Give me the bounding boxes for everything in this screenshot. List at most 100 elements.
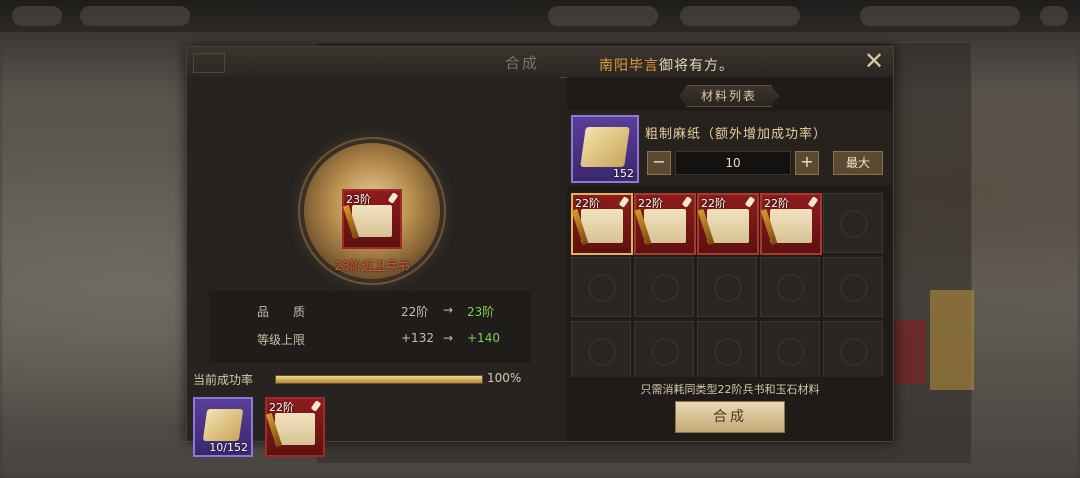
resource-blob [80,6,190,26]
grid-cell[interactable] [697,257,757,317]
paper-item-count: 152 [613,167,634,180]
grid-cell[interactable] [697,321,757,377]
stat-to: 23阶 [467,305,495,319]
paper-slot[interactable]: 10/152 [193,397,253,457]
material-grid: 22阶 22阶 22阶 22阶 [571,193,887,377]
stats-panel: 品 质 22阶 → 23阶 等级上限 +132 → +140 [209,291,531,363]
grid-cell[interactable] [571,321,631,377]
stat-label: 品 质 [257,305,306,319]
max-button[interactable]: 最大 [833,151,883,175]
book-slot[interactable]: 22阶 [265,397,325,457]
scroll-icon [770,209,812,243]
preview-panel: 23阶 23阶近卫兵书 品 质 22阶 → 23阶 等级上限 +132 → +1… [187,77,559,457]
material-note: 只需消耗同类型22阶兵书和玉石材料 [640,383,820,396]
quill-icon [387,192,399,204]
quill-icon [681,196,693,208]
grid-cell[interactable] [634,257,694,317]
background-side-card [894,320,926,384]
empty-slot-emblem-icon [840,338,868,366]
target-item-card[interactable]: 23阶 [342,189,402,249]
resource-blob [12,6,62,26]
quill-icon [310,400,322,412]
scroll-icon [352,205,392,237]
scroll-icon [581,209,623,243]
minus-button[interactable]: − [647,151,671,175]
success-rate-label: 当前成功率 [193,373,254,387]
resource-blob [860,6,1020,26]
compose-button[interactable]: 合成 [675,401,785,433]
resource-blob [1040,6,1068,26]
plus-button[interactable]: + [795,151,819,175]
paper-scroll-icon [202,409,244,441]
grid-cell[interactable] [571,257,631,317]
grid-cell[interactable]: 22阶 [634,193,696,255]
background-side-panel [930,290,974,390]
header-ornament [193,53,225,73]
top-resource-bar [0,0,1080,32]
scroll-icon [644,209,686,243]
arrow-right-icon: → [443,331,454,345]
empty-slot-emblem-icon [714,274,742,302]
grid-cell[interactable] [823,193,883,253]
grid-cell-tier: 22阶 [575,197,600,210]
quill-icon [744,196,756,208]
compose-dialog: 合成 南阳毕言御将有方。 ✕ 23阶 23阶近卫兵书 品 质 22阶 → 23阶… [186,46,894,457]
grid-cell[interactable]: 22阶 [571,193,633,255]
success-rate-value: 100% [487,371,522,385]
empty-slot-emblem-icon [714,338,742,366]
materials-tab: 材料列表 [679,85,779,107]
material-slots: 10/152 22阶 [187,397,559,457]
scroll-icon [275,413,315,445]
subtitle-text: 御将有方。 [659,58,734,74]
close-button[interactable]: ✕ [861,47,887,75]
scroll-icon [707,209,749,243]
empty-slot-emblem-icon [840,210,868,238]
success-rate-row: 当前成功率 100% [193,369,553,389]
material-header: 152 粗制麻纸（额外增加成功率） − 10 + 最大 [567,111,893,185]
empty-slot-emblem-icon [588,274,616,302]
arrow-right-icon: → [443,303,454,317]
grid-cell[interactable] [760,321,820,377]
dialog-title: 合成 [505,54,540,72]
quill-icon [618,196,630,208]
grid-cell[interactable] [823,321,883,377]
materials-panel: 材料列表 152 粗制麻纸（额外增加成功率） − 10 + 最大 22阶 22阶 2… [567,77,893,441]
paper-slot-count: 10/152 [209,441,248,454]
grid-cell[interactable]: 22阶 [760,193,822,255]
empty-slot-emblem-icon [777,338,805,366]
empty-slot-emblem-icon [777,274,805,302]
dialog-subtitle: 南阳毕言御将有方。 [599,55,734,75]
quill-icon [807,196,819,208]
stat-from: 22阶 [401,305,429,319]
grid-cell-tier: 22阶 [764,197,789,210]
grid-cell[interactable] [823,257,883,317]
stat-row-quality: 品 质 22阶 → 23阶 [209,303,531,323]
book-slot-tier: 22阶 [269,401,294,414]
grid-cell-tier: 22阶 [638,197,663,210]
empty-slot-emblem-icon [840,274,868,302]
resource-blob [548,6,658,26]
stat-label: 等级上限 [257,333,306,347]
paper-item[interactable]: 152 [571,115,639,183]
material-title: 粗制麻纸（额外增加成功率） [645,127,828,142]
resource-blob [680,6,800,26]
close-icon: ✕ [863,47,885,75]
empty-slot-emblem-icon [588,338,616,366]
stat-from: +132 [401,331,434,345]
dialog-header: 合成 南阳毕言御将有方。 ✕ [187,47,893,78]
grid-cell-tier: 22阶 [701,197,726,210]
target-item-tier: 23阶 [346,193,371,206]
paper-scroll-icon [580,127,630,167]
target-item-name: 23阶近卫兵书 [334,259,410,273]
grid-cell[interactable] [634,321,694,377]
stat-row-level-cap: 等级上限 +132 → +140 [209,331,531,351]
grid-cell[interactable] [760,257,820,317]
grid-cell[interactable]: 22阶 [697,193,759,255]
success-rate-bar [275,375,483,384]
empty-slot-emblem-icon [651,274,679,302]
empty-slot-emblem-icon [651,338,679,366]
success-rate-fill [276,376,482,383]
stat-to: +140 [467,331,500,345]
subtitle-name: 南阳毕言 [599,58,659,74]
quantity-input[interactable]: 10 [675,151,791,175]
